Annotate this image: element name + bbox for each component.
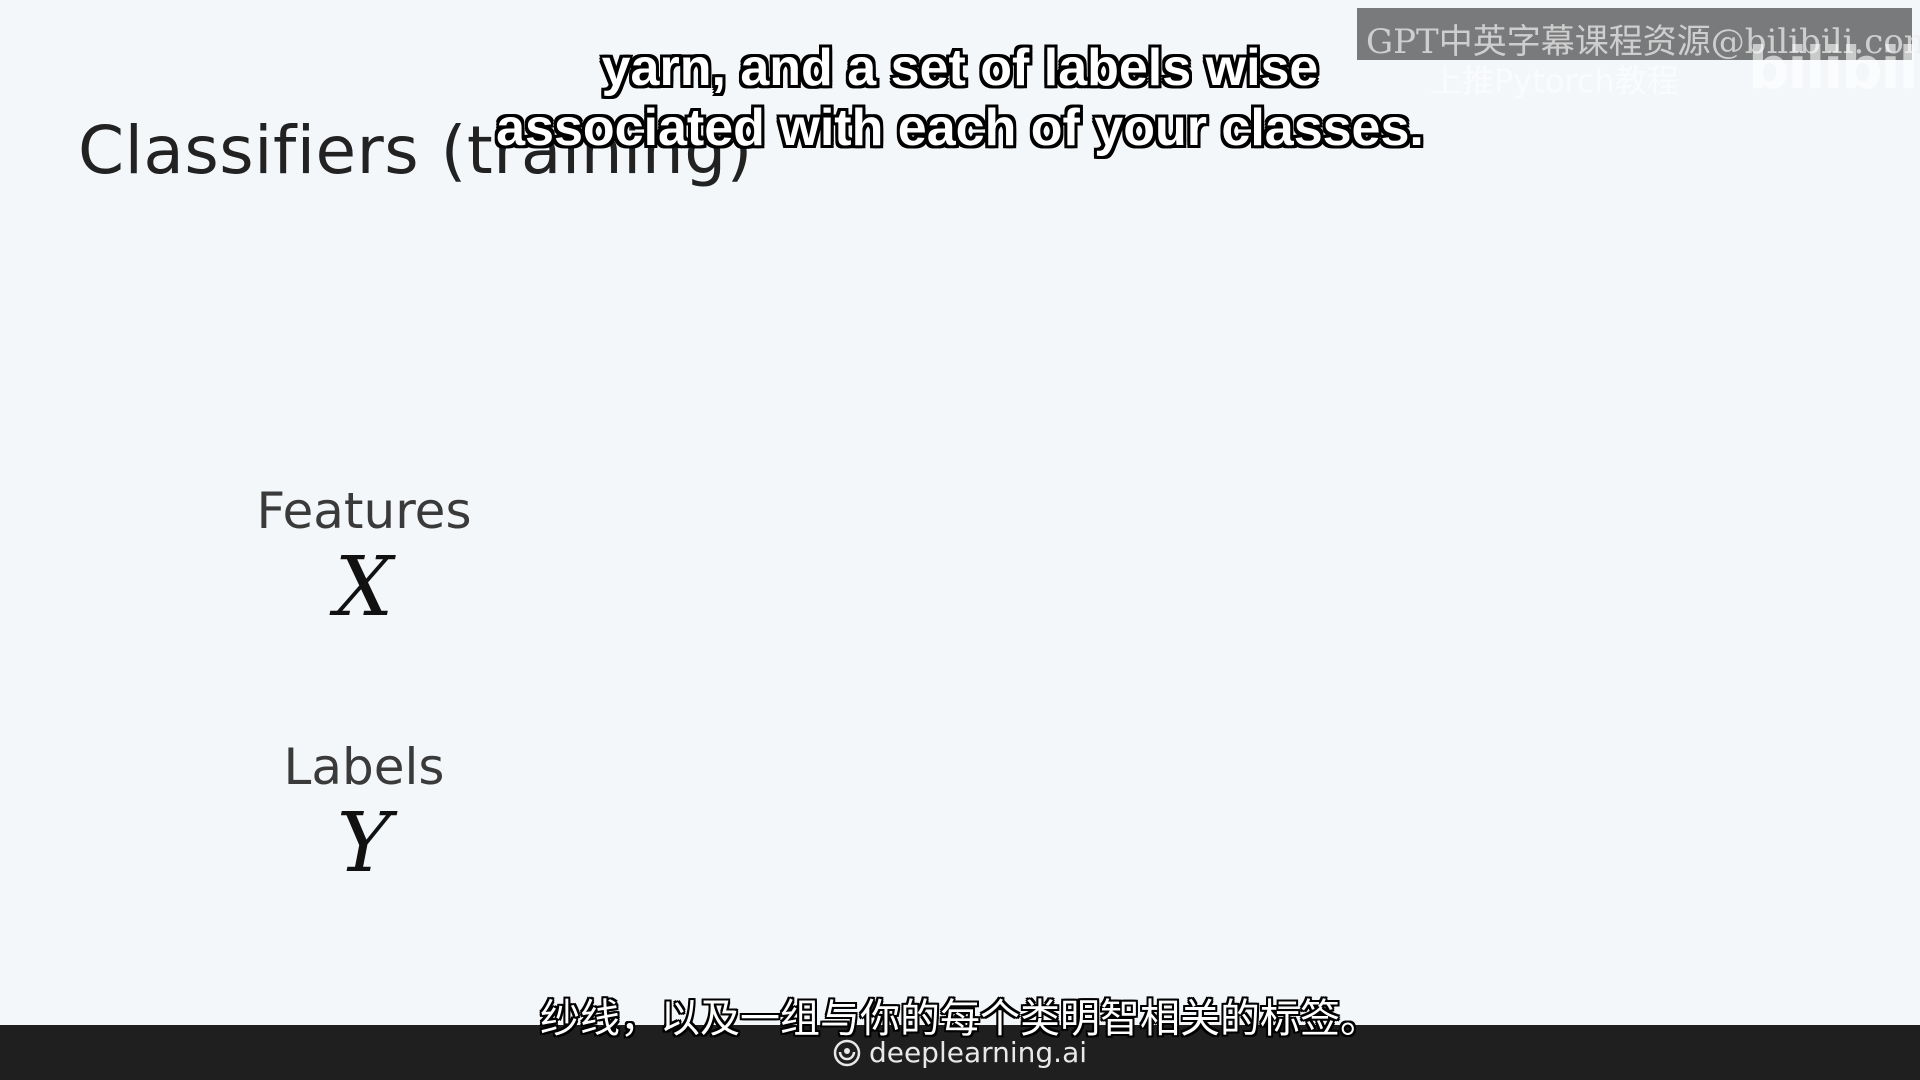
features-label: Features (256, 482, 472, 540)
english-subtitle-line-1: yarn, and a set of labels wise (601, 39, 1319, 97)
features-symbol: X (334, 540, 394, 635)
english-subtitle-line-2: associated with each of your classes. (496, 99, 1424, 157)
labels-label: Labels (283, 738, 445, 796)
english-subtitle: yarn, and a set of labels wise associate… (0, 38, 1920, 158)
chinese-subtitle: 纱线，以及一组与你的每个类明智相关的标签。 (540, 996, 1380, 1042)
labels-symbol: Y (336, 796, 392, 891)
